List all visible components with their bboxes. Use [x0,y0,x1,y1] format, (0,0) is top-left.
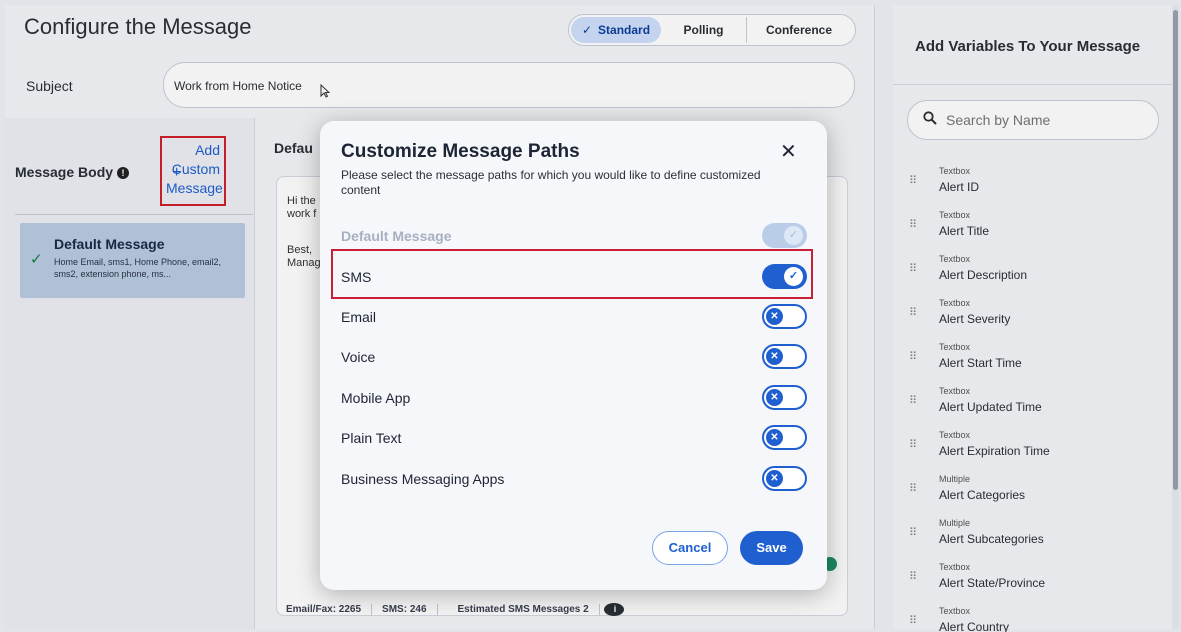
save-button[interactable]: Save [740,531,803,565]
cancel-button[interactable]: Cancel [652,531,728,565]
path-label: Plain Text [341,430,402,446]
path-label: Business Messaging Apps [341,471,505,487]
path-row-plain-text: Plain Text ✕ [341,425,807,451]
path-toggle-email[interactable]: ✕ [762,304,807,329]
sms-highlight-box [331,249,813,299]
x-icon: ✕ [766,389,783,406]
path-row-email: Email ✕ [341,304,807,330]
path-row-voice: Voice ✕ [341,344,807,370]
path-label: Default Message [341,228,452,244]
path-label: Email [341,309,377,325]
x-icon: ✕ [766,429,783,446]
customize-paths-dialog: Customize Message Paths ✕ Please select … [320,121,827,590]
path-row-default-message: Default Message ✓ [341,223,807,249]
close-icon[interactable]: ✕ [780,139,797,164]
dialog-title: Customize Message Paths [341,141,580,162]
path-toggle-mobile-app[interactable]: ✕ [762,385,807,410]
x-icon: ✕ [766,470,783,487]
path-toggle-business-messaging[interactable]: ✕ [762,466,807,491]
path-toggle-default-message: ✓ [762,223,807,248]
path-row-mobile-app: Mobile App ✕ [341,385,807,411]
x-icon: ✕ [766,348,783,365]
path-label: Voice [341,349,376,365]
dialog-description: Please select the message paths for whic… [341,168,761,197]
path-toggle-plain-text[interactable]: ✕ [762,425,807,450]
x-icon: ✕ [766,308,783,325]
path-toggle-voice[interactable]: ✕ [762,344,807,369]
path-row-business-messaging: Business Messaging Apps ✕ [341,466,807,492]
check-icon: ✓ [784,226,803,245]
path-label: Mobile App [341,390,411,406]
